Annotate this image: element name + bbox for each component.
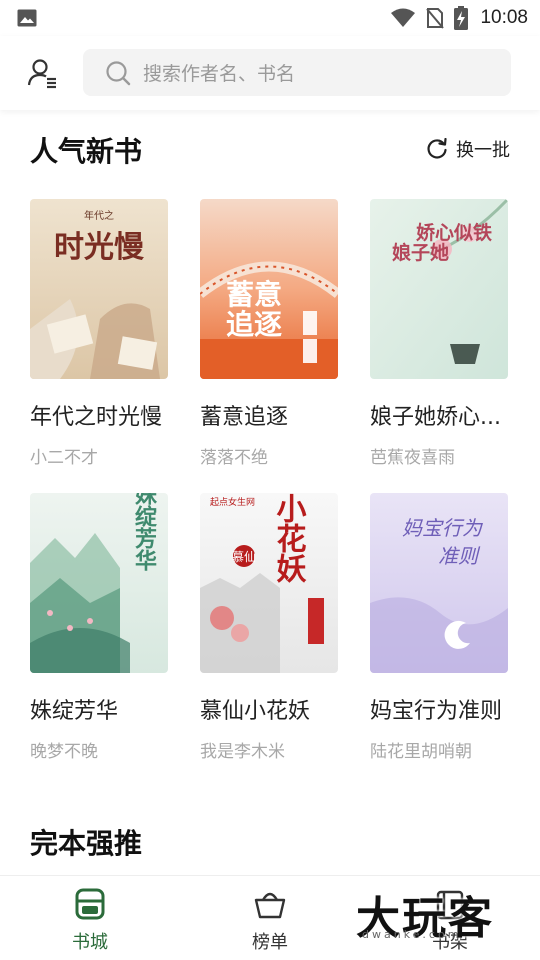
nav-tab-bookstore[interactable]: 书城: [35, 886, 145, 954]
watermark: 大玩客 dwanke.com: [356, 882, 526, 948]
book-card[interactable]: 蓄意 追逐 蓄意追逐 落落不绝: [200, 199, 338, 468]
cover-subtitle: 慕仙: [232, 550, 256, 564]
book-card[interactable]: 妈宝行为 准则 妈宝行为准则 陆花里胡哨朝: [370, 493, 508, 762]
status-bar: 10:08: [0, 0, 540, 36]
battery-charging-icon: [454, 6, 469, 30]
nav-label: 榜单: [252, 932, 288, 953]
cover-title: 时光慢: [54, 230, 145, 265]
cover-title-2: 追逐: [226, 308, 282, 341]
ranking-basket-icon: [254, 892, 286, 919]
book-author: 芭蕉夜喜雨: [370, 448, 455, 468]
bookstore-icon: [75, 888, 105, 920]
book-title[interactable]: 妈宝行为准则: [370, 693, 520, 725]
book-card[interactable]: 姝绽芳华 姝绽芳华 晚梦不晚: [30, 493, 168, 762]
refresh-label: 换一批: [456, 140, 510, 161]
book-title[interactable]: 慕仙小花妖: [200, 693, 350, 725]
book-title[interactable]: 年代之时光慢: [30, 399, 180, 431]
book-title[interactable]: 姝绽芳华: [30, 693, 180, 725]
gallery-icon: [17, 9, 37, 27]
nav-tab-ranking[interactable]: 榜单: [215, 886, 325, 954]
watermark-url: dwanke.com: [362, 928, 462, 941]
wifi-icon: [391, 8, 416, 27]
book-cover[interactable]: 娘子她 娇心似铁: [370, 199, 508, 379]
cover-title: 小花妖: [271, 493, 307, 584]
top-bar: 搜索作者名、书名: [0, 36, 540, 110]
cover-title-2: 准则: [438, 544, 481, 568]
cover-title: 娘子她: [392, 241, 449, 264]
book-cover[interactable]: 蓄意 追逐: [200, 199, 338, 379]
book-title[interactable]: 娘子她娇心...: [370, 399, 520, 431]
section-title-popular: 人气新书: [30, 135, 143, 168]
search-placeholder: 搜索作者名、书名: [143, 63, 296, 85]
book-cover[interactable]: 姝绽芳华: [30, 493, 168, 673]
user-menu-icon[interactable]: [26, 56, 60, 90]
book-author: 我是李木米: [200, 742, 285, 762]
cover-subtitle: 年代之: [84, 209, 114, 222]
cover-publisher: 起点女生网: [210, 496, 255, 508]
book-title[interactable]: 蓄意追逐: [200, 399, 350, 431]
book-author: 小二不才: [30, 448, 98, 468]
book-author: 陆花里胡哨朝: [370, 742, 472, 762]
book-author: 落落不绝: [200, 448, 268, 468]
cover-title-2: 娇心似铁: [416, 221, 492, 244]
clock: 10:08: [480, 7, 528, 28]
cover-title: 蓄意: [226, 278, 282, 311]
search-icon: [106, 60, 131, 85]
book-cover[interactable]: 妈宝行为 准则: [370, 493, 508, 673]
cover-title: 姝绽芳华: [131, 493, 157, 571]
book-cover[interactable]: 起点女生网 慕仙 小花妖: [200, 493, 338, 673]
cover-title: 妈宝行为: [402, 516, 484, 540]
book-card[interactable]: 起点女生网 慕仙 小花妖 慕仙 小花妖 我是李木米: [200, 493, 338, 762]
refresh-button[interactable]: 换一批: [426, 136, 510, 162]
nav-label: 书城: [72, 932, 108, 953]
section-title-complete: 完本强推: [30, 827, 143, 860]
book-cover[interactable]: 年代之 时光慢: [30, 199, 168, 379]
refresh-icon: [427, 138, 447, 159]
no-sim-icon: [426, 8, 445, 29]
book-card[interactable]: 年代之 时光慢 年代之时光慢 小二不才: [30, 199, 168, 468]
search-input[interactable]: 搜索作者名、书名: [83, 49, 511, 96]
book-author: 晚梦不晚: [30, 742, 98, 762]
book-card[interactable]: 娘子她 娇心似铁 娘子她娇心... 芭蕉夜喜雨: [370, 199, 508, 468]
